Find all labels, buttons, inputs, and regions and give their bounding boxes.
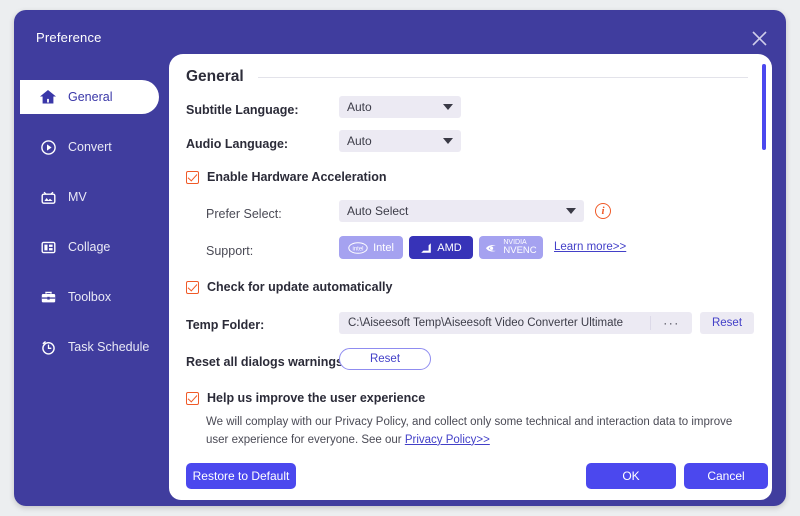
enable-hardware-acceleration-row[interactable]: Enable Hardware Acceleration [186,170,752,184]
subtitle-language-value: Auto [347,100,372,114]
sidebar-item-task-schedule[interactable]: Task Schedule [20,330,149,364]
browse-button[interactable]: ··· [650,316,692,330]
temp-folder-value: C:\Aiseesoft Temp\Aiseesoft Video Conver… [348,317,624,329]
section-header: General [186,68,748,86]
chevron-down-icon [443,138,453,144]
title-bar: Preference [14,10,786,56]
video-icon [38,187,58,207]
amd-logo-icon [420,242,432,254]
chevron-down-icon [443,104,453,110]
temp-folder-label: Temp Folder: [186,318,265,332]
audio-language-select[interactable]: Auto [339,130,461,152]
section-divider [257,76,748,78]
temp-folder-input[interactable]: C:\Aiseesoft Temp\Aiseesoft Video Conver… [339,312,692,334]
layout-icon [38,237,58,257]
privacy-policy-link[interactable]: Privacy Policy>> [405,434,490,446]
audio-language-label: Audio Language: [186,137,289,151]
check-update-checkbox[interactable] [186,280,199,294]
info-icon[interactable]: i [595,203,611,219]
scrollbar-thumb[interactable] [762,64,766,150]
support-label: Support: [206,244,254,258]
sidebar-item-convert[interactable]: Convert [20,130,112,164]
prefer-select-value: Auto Select [347,204,409,218]
badge-intel-label: Intel [373,241,394,254]
sidebar-item-general[interactable]: General [20,80,159,114]
info-glyph: i [601,205,605,217]
subtitle-language-label: Subtitle Language: [186,103,299,117]
sidebar-item-label: MV [68,190,87,204]
window-title: Preference [36,30,102,45]
restore-to-default-button[interactable]: Restore to Default [186,463,296,489]
check-update-label: Check for update automatically [207,280,393,294]
badge-nvidia-nvenc[interactable]: NVIDIA NVENC [479,236,543,259]
check-update-row[interactable]: Check for update automatically [186,280,752,294]
alarm-clock-icon [38,337,58,357]
briefcase-icon [38,287,58,307]
enable-hardware-acceleration-checkbox[interactable] [186,170,199,184]
subtitle-language-select[interactable]: Auto [339,96,461,118]
sidebar: General Convert MV Collage Toolbox Task … [14,56,174,506]
badge-nvidia-nvenc-label-group: NVIDIA NVENC [503,239,536,256]
improve-experience-row[interactable]: Help us improve the user experience [186,391,752,405]
enable-hardware-acceleration-label: Enable Hardware Acceleration [207,170,387,184]
ok-button[interactable]: OK [586,463,676,489]
sidebar-item-label: General [68,90,113,104]
sidebar-item-collage[interactable]: Collage [20,230,110,264]
sidebar-item-mv[interactable]: MV [20,180,87,214]
prefer-select-label: Prefer Select: [206,207,282,221]
subtitle-language-row: Subtitle Language: [186,101,752,119]
sidebar-item-label: Toolbox [68,290,112,304]
intel-logo-icon: intel [348,241,368,254]
preference-dialog: Preference General Convert MV Collage To… [14,10,786,506]
improve-experience-checkbox[interactable] [186,391,199,405]
cancel-button[interactable]: Cancel [684,463,768,489]
svg-text:intel: intel [353,246,364,252]
settings-panel-body: General Subtitle Language: Auto Audio La… [169,54,772,500]
sidebar-item-label: Task Schedule [68,340,150,354]
prefer-select-dropdown[interactable]: Auto Select [339,200,584,222]
home-icon [38,87,58,107]
temp-folder-reset-button[interactable]: Reset [700,312,754,334]
sidebar-item-label: Convert [68,140,112,154]
chevron-down-icon [566,208,576,214]
reset-dialogs-button[interactable]: Reset [339,348,431,370]
page-title: General [186,68,244,85]
audio-language-value: Auto [347,134,372,148]
learn-more-link[interactable]: Learn more>> [554,241,626,253]
nvidia-logo-icon [485,242,500,254]
badge-nvidia-line2: NVENC [503,245,537,257]
badge-amd[interactable]: AMD [409,236,473,259]
privacy-paragraph: We will complay with our Privacy Policy,… [206,414,751,450]
reset-dialogs-label: Reset all dialogs warnings: [186,355,348,369]
audio-language-row: Audio Language: [186,135,752,153]
sidebar-item-toolbox[interactable]: Toolbox [20,280,111,314]
badge-intel[interactable]: intel Intel [339,236,403,259]
sidebar-item-label: Collage [68,240,111,254]
improve-experience-label: Help us improve the user experience [207,391,426,405]
badge-amd-label: AMD [437,241,462,254]
reset-dialogs-row: Reset all dialogs warnings: [186,353,752,371]
play-circle-icon [38,137,58,157]
settings-panel: General Subtitle Language: Auto Audio La… [169,54,772,500]
close-icon[interactable] [744,23,774,53]
